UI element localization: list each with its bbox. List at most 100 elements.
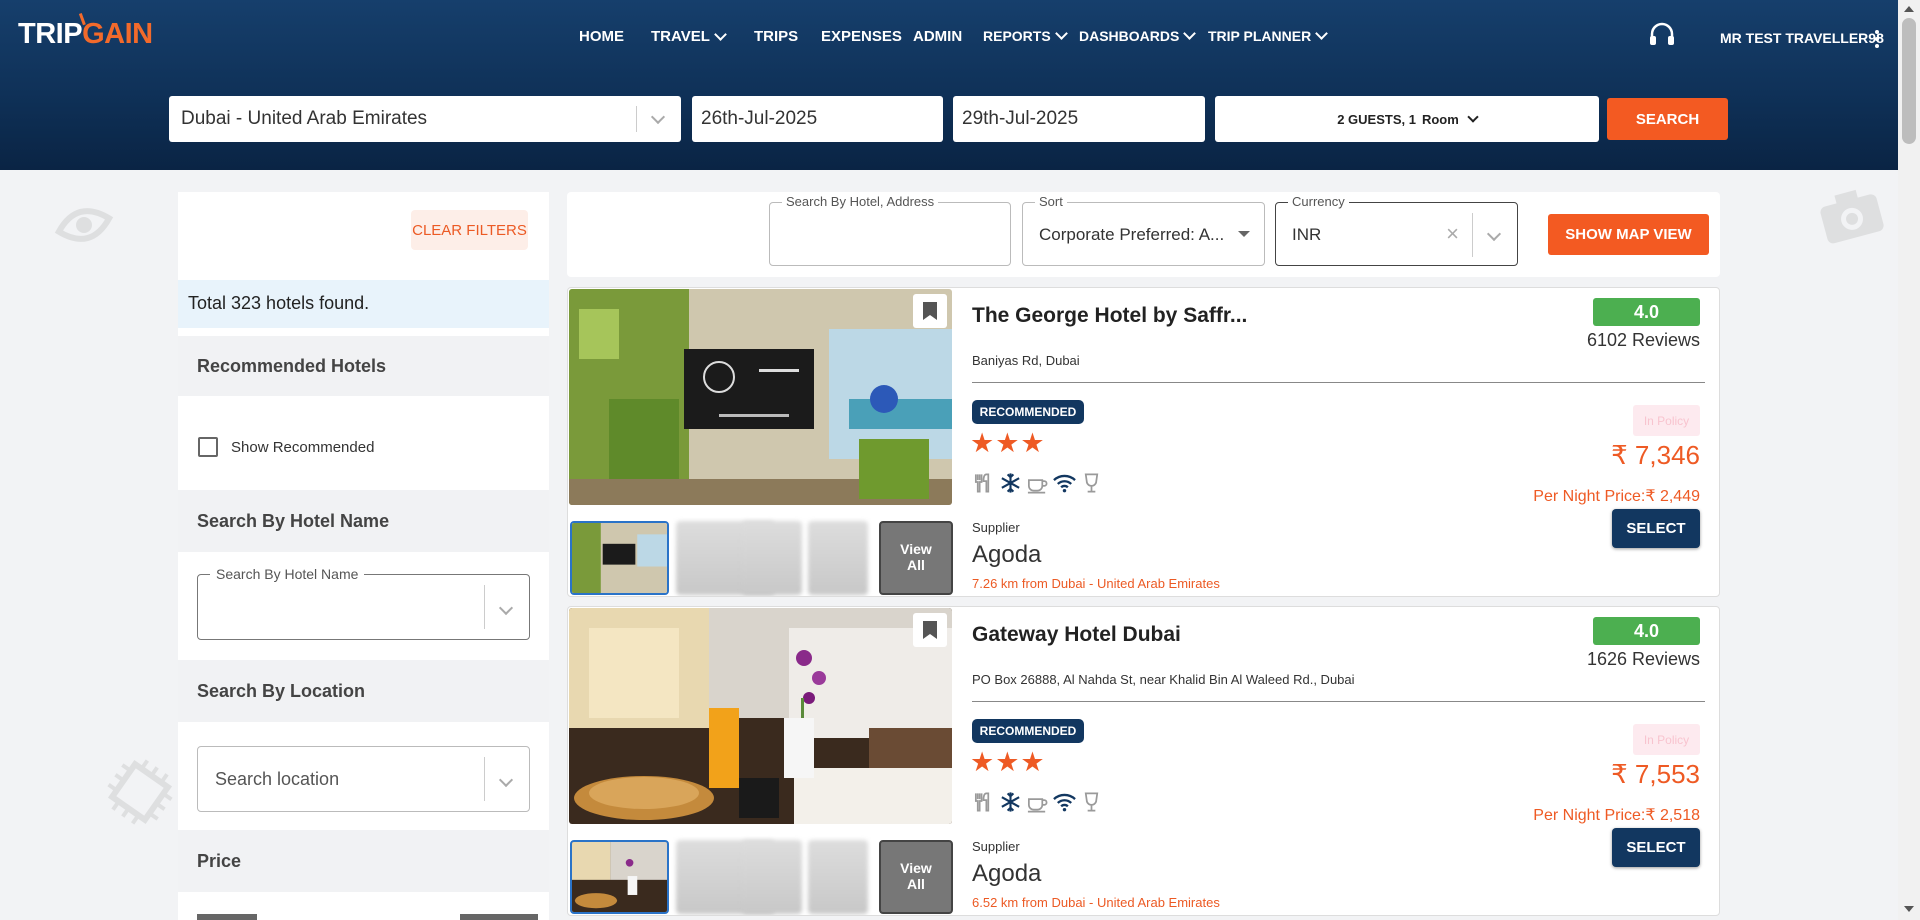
nav-admin[interactable]: ADMIN <box>913 28 962 45</box>
distance-text: 7.26 km from Dubai - United Arab Emirate… <box>972 576 1220 591</box>
sort-legend: Sort <box>1035 194 1067 209</box>
view-all-photos-button[interactable]: View All <box>879 840 953 914</box>
tripgain-logo[interactable]: TRIPGAIN <box>18 12 153 51</box>
thumbnail-1[interactable] <box>570 521 669 595</box>
price-slider-min-handle[interactable] <box>197 914 257 920</box>
show-recommended-row[interactable]: Show Recommended <box>198 437 374 457</box>
review-count: 6102 Reviews <box>1586 330 1700 350</box>
hotel-name-legend: Search By Hotel Name <box>210 566 365 582</box>
nav-trips-label: TRIPS <box>754 28 799 45</box>
chip-watermark-icon <box>107 759 173 825</box>
hotel-address: PO Box 26888, Al Nahda St, near Khalid B… <box>972 672 1355 687</box>
check-out-value: 29th-Jul-2025 <box>962 108 1079 129</box>
scroll-thumb[interactable] <box>1902 18 1916 144</box>
recommended-badge: RECOMMENDED <box>972 400 1084 424</box>
thumbnail-4[interactable] <box>808 840 868 914</box>
restaurant-icon <box>974 792 990 812</box>
scroll-up-arrow-icon[interactable] <box>1904 6 1914 12</box>
per-night-price: Per Night Price:₹ 2,518 <box>1533 807 1700 824</box>
nav-dashboards-label: DASHBOARDS <box>1079 28 1180 44</box>
user-name[interactable]: MR TEST TRAVELLER98 <box>1720 30 1884 46</box>
chevron-down-icon <box>1183 27 1197 40</box>
star-rating: ★★★ <box>970 428 1046 458</box>
thumbnail-3[interactable] <box>742 840 802 914</box>
divider <box>972 701 1705 702</box>
bookmark-button[interactable] <box>913 613 947 647</box>
bar-icon <box>1084 473 1099 493</box>
clear-filters-button[interactable]: CLEAR FILTERS <box>411 210 528 250</box>
hotel-address: Baniyas Rd, Dubai <box>972 353 1080 368</box>
hotel-card: View All The George Hotel by Saffr... Ban… <box>567 287 1720 597</box>
search-button[interactable]: SEARCH <box>1607 98 1728 140</box>
select-hotel-button[interactable]: SELECT <box>1612 509 1700 548</box>
supplier-name: Agoda <box>972 860 1042 887</box>
nav-expenses-label: EXPENSES <box>821 28 902 45</box>
currency-value: INR <box>1292 225 1322 244</box>
per-night-price: Per Night Price:₹ 2,449 <box>1533 488 1700 505</box>
nav-reports-label: REPORTS <box>983 28 1051 44</box>
location-select[interactable]: Search location <box>197 746 530 812</box>
ac-snowflake-icon <box>1001 473 1020 493</box>
room-value: Room <box>1421 111 1459 127</box>
show-recommended-label: Show Recommended <box>231 438 375 456</box>
divider <box>484 757 485 801</box>
thumbnail-1[interactable] <box>570 840 669 914</box>
select-hotel-button[interactable]: SELECT <box>1612 828 1700 867</box>
check-out-date-field[interactable]: 29th-Jul-2025 <box>953 96 1205 142</box>
hotel-name[interactable]: The George Hotel by Saffr... <box>972 304 1247 328</box>
bookmark-button[interactable] <box>913 294 947 328</box>
show-map-view-button[interactable]: SHOW MAP VIEW <box>1548 214 1709 255</box>
recommended-hotels-heading: Recommended Hotels <box>178 336 549 396</box>
price-slider-max-handle[interactable] <box>460 914 538 920</box>
page-scrollbar[interactable] <box>1898 0 1920 920</box>
chevron-down-icon[interactable] <box>498 600 514 616</box>
check-in-date-field[interactable]: 26th-Jul-2025 <box>692 96 943 142</box>
divider <box>972 382 1705 383</box>
total-price: ₹ 7,346 <box>1611 440 1700 470</box>
nav-expenses[interactable]: EXPENSES <box>821 28 902 45</box>
camera-watermark-icon <box>1820 189 1884 244</box>
hotel-name-select[interactable]: Search By Hotel Name <box>197 566 530 640</box>
total-hotels-count: Total 323 hotels found. <box>178 280 549 328</box>
nav-travel[interactable]: TRAVEL <box>651 27 727 45</box>
more-vertical-icon[interactable] <box>1874 30 1880 48</box>
hotel-name[interactable]: Gateway Hotel Dubai <box>972 623 1181 647</box>
thumbnail-4[interactable] <box>808 521 868 595</box>
headset-support-icon[interactable] <box>1648 22 1676 48</box>
hotel-main-photo[interactable] <box>569 608 952 824</box>
nav-trip-planner[interactable]: TRIP PLANNER <box>1208 27 1329 44</box>
divider <box>484 585 485 629</box>
show-recommended-checkbox[interactable] <box>198 437 218 457</box>
restaurant-icon <box>974 473 990 493</box>
search-by-hotel-name-heading: Search By Hotel Name <box>178 490 549 552</box>
chevron-down-icon[interactable] <box>498 772 514 788</box>
chevron-down-icon[interactable] <box>1486 226 1502 242</box>
hotel-main-photo[interactable] <box>569 289 952 505</box>
nav-trips[interactable]: TRIPS <box>754 28 798 45</box>
view-all-photos-button[interactable]: View All <box>879 521 953 595</box>
thumbnail-3[interactable] <box>742 521 802 595</box>
guests-rooms-select[interactable]: 2 GUESTS, 1 Room <box>1215 96 1599 142</box>
currency-legend: Currency <box>1288 194 1349 209</box>
sort-select[interactable]: Sort Corporate Preferred: A... <box>1022 194 1265 266</box>
nav-home[interactable]: HOME <box>579 28 624 45</box>
destination-select[interactable]: Dubai - United Arab Emirates <box>169 96 681 142</box>
filters-sidebar: CLEAR FILTERS Total 323 hotels found. Re… <box>178 192 549 920</box>
clear-x-icon[interactable]: × <box>1446 221 1459 247</box>
chevron-down-icon <box>714 27 727 41</box>
scroll-down-arrow-icon[interactable] <box>1904 906 1914 912</box>
search-hotel-address-input[interactable]: Search By Hotel, Address <box>769 194 1011 266</box>
nav-dashboards[interactable]: DASHBOARDS <box>1079 27 1197 44</box>
chevron-down-icon[interactable] <box>650 109 666 125</box>
supplier-label: Supplier <box>972 520 1020 535</box>
location-placeholder: Search location <box>215 769 340 789</box>
coffee-icon <box>1027 479 1048 494</box>
coffee-icon <box>1027 798 1048 813</box>
bookmark-icon <box>923 302 937 320</box>
currency-select[interactable]: Currency INR × <box>1275 194 1518 266</box>
ac-snowflake-icon <box>1001 792 1020 812</box>
supplier-label: Supplier <box>972 839 1020 854</box>
amenities-row <box>972 790 1103 814</box>
nav-reports[interactable]: REPORTS <box>983 27 1068 44</box>
logo-trip-text: TRIP <box>18 18 83 50</box>
